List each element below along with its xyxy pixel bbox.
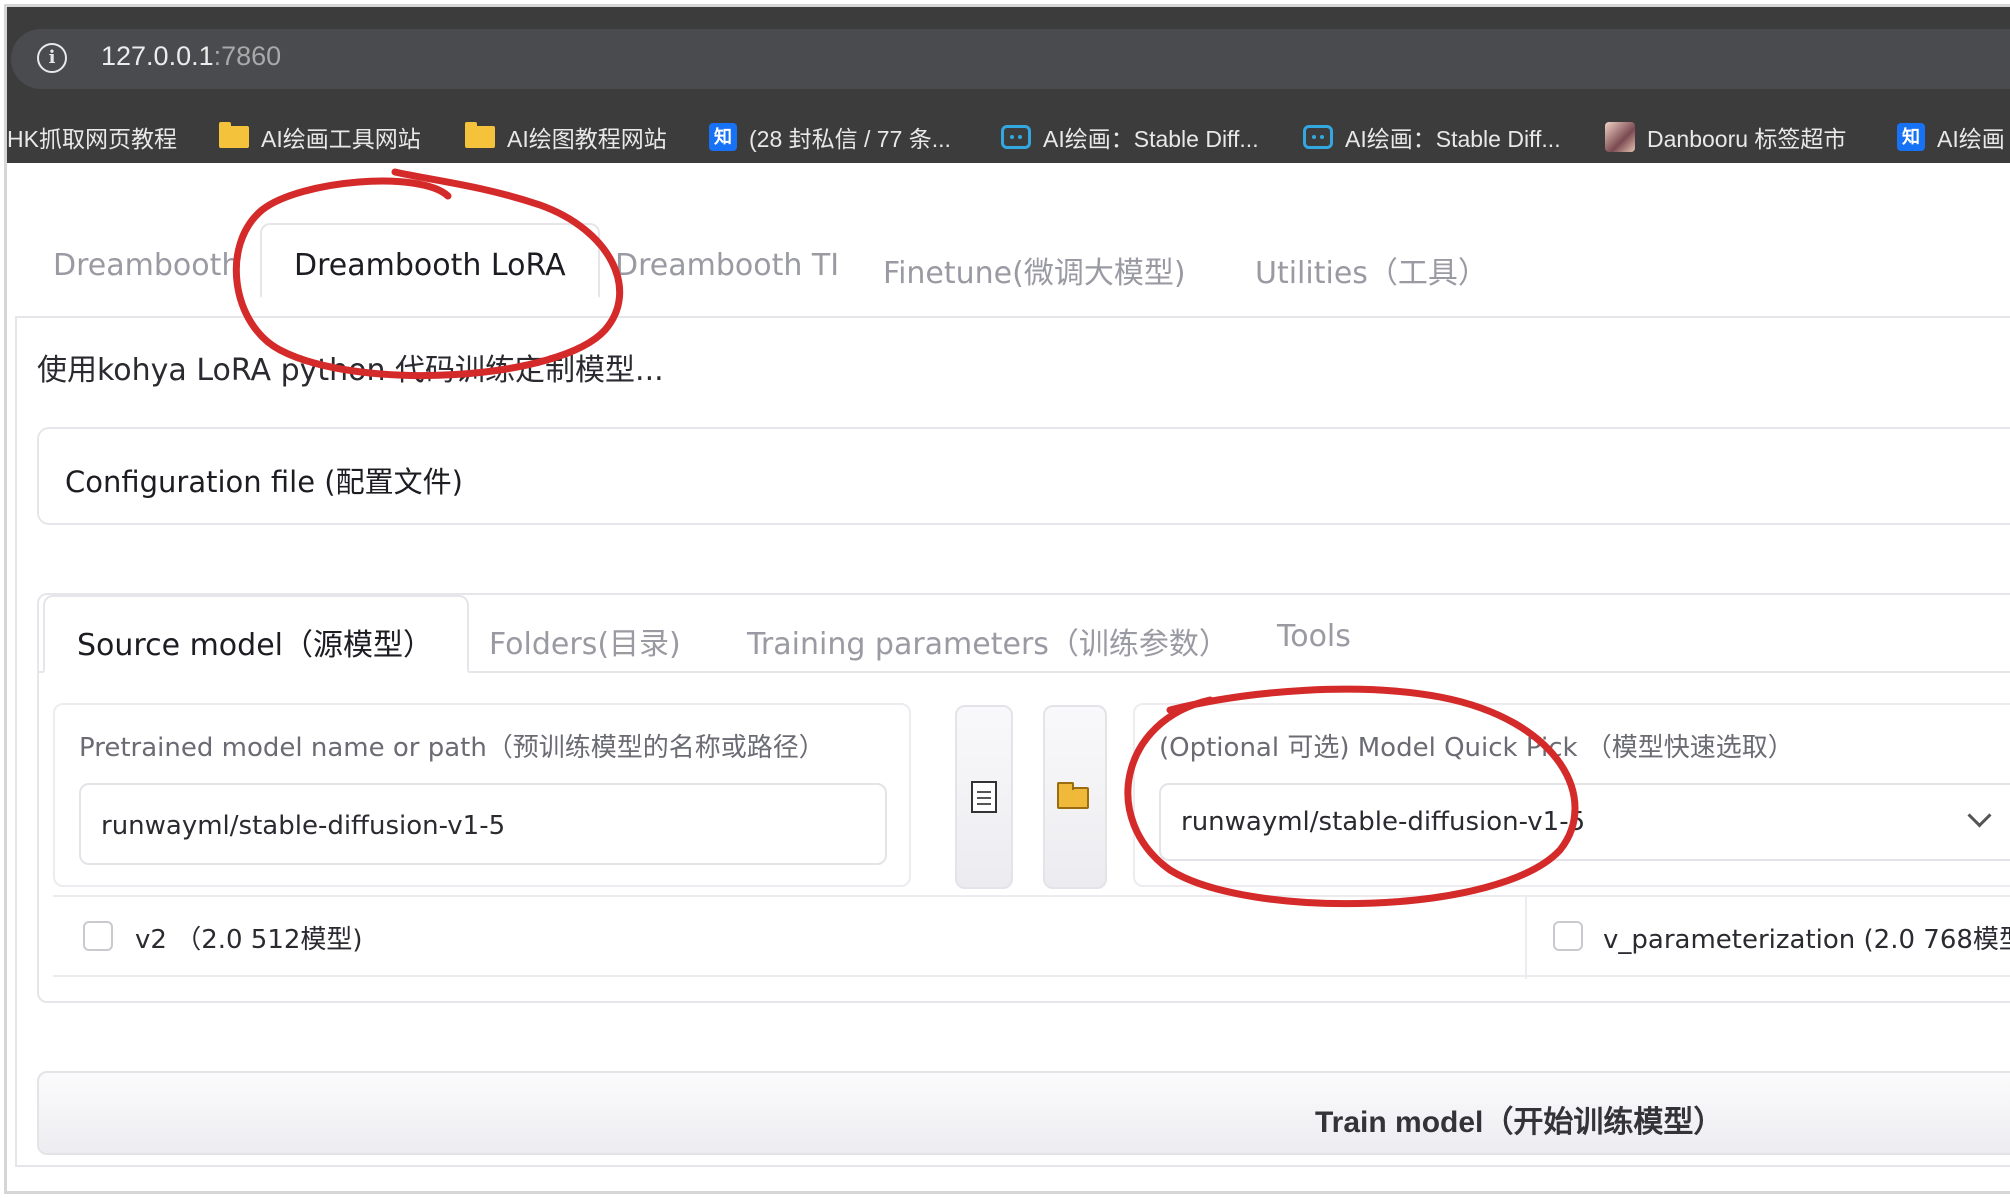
bookmark-ai-tools[interactable]: AI绘画工具网站 <box>219 111 421 163</box>
bookmark-danbooru[interactable]: Danbooru 标签超市 <box>1605 111 1846 163</box>
bookmarks-bar: HK抓取网页教程 AI绘画工具网站 AI绘图教程网站 知 (28 封私信 / 7… <box>7 111 2010 163</box>
bookmark-ai-tutorials[interactable]: AI绘图教程网站 <box>465 111 667 163</box>
pretrained-model-label: Pretrained model name or path（预训练模型的名称或路… <box>79 733 825 763</box>
bookmark-label: AI绘画 <box>1937 126 2005 152</box>
bookmark-label: Danbooru 标签超市 <box>1647 126 1847 152</box>
model-version-options: v2 （2.0 512模型) v_parameterization (2.0 7… <box>53 895 2010 979</box>
bookmark-bilibili-sd-2[interactable]: AI绘画：Stable Diff... <box>1303 111 1561 163</box>
model-quick-pick-label: (Optional 可选) Model Quick Pick （模型快速选取） <box>1159 733 1794 763</box>
config-accordion-label: Configuration file (配置文件) <box>65 465 463 499</box>
tab-training-parameters[interactable]: Training parameters（训练参数） <box>747 619 1229 663</box>
document-icon <box>971 781 997 813</box>
zhihu-icon: 知 <box>1897 123 1925 151</box>
v2-checkbox-label[interactable]: v2 （2.0 512模型) <box>135 919 363 956</box>
folder-icon <box>465 122 495 148</box>
v-parameterization-label[interactable]: v_parameterization (2.0 768模型) <box>1603 919 2010 956</box>
bookmark-zhihu-ai[interactable]: 知 AI绘画 <box>1897 111 2005 163</box>
model-quick-pick-value: runwayml/stable-diffusion-v1-5 <box>1181 807 1586 837</box>
select-file-button[interactable] <box>955 705 1013 889</box>
select-folder-button[interactable] <box>1043 705 1107 889</box>
bilibili-icon <box>1303 125 1333 149</box>
bookmark-label: HK抓取网页教程 <box>7 126 177 152</box>
bookmark-zhihu-messages[interactable]: 知 (28 封私信 / 77 条... <box>709 111 951 163</box>
url-port: :7860 <box>213 41 282 71</box>
bookmark-label: (28 封私信 / 77 条... <box>749 126 951 152</box>
bookmark-bilibili-sd-1[interactable]: AI绘画：Stable Diff... <box>1001 111 1259 163</box>
tab-finetune[interactable]: Finetune(微调大模型) <box>883 248 1186 292</box>
url-text[interactable]: 127.0.0.1:7860 <box>101 41 281 72</box>
tab-source-model[interactable]: Source model（源模型） <box>43 595 469 673</box>
tab-tools[interactable]: Tools <box>1277 619 1351 654</box>
tab-dreambooth[interactable]: Dreambooth <box>53 248 240 283</box>
browser-toolbar: i 127.0.0.1:7860 <box>7 7 2010 111</box>
url-host: 127.0.0.1 <box>101 41 214 71</box>
panel-description: 使用kohya LoRA python 代码训练定制模型... <box>37 353 664 388</box>
folder-open-icon <box>1057 782 1089 809</box>
tab-dreambooth-lora[interactable]: Dreambooth LoRA <box>260 223 600 298</box>
zhihu-icon: 知 <box>709 123 737 151</box>
bookmark-hk-tutorial[interactable]: HK抓取网页教程 <box>7 111 177 163</box>
avatar-icon <box>1605 122 1635 152</box>
tab-utilities[interactable]: Utilities（工具） <box>1255 248 1488 292</box>
tab-folders[interactable]: Folders(目录) <box>489 619 681 663</box>
v2-checkbox[interactable] <box>83 921 113 951</box>
checkbox-divider <box>1525 897 1527 979</box>
inner-tabs: Source model（源模型） Folders(目录) Training p… <box>39 595 2010 673</box>
screenshot-frame: i 127.0.0.1:7860 HK抓取网页教程 AI绘画工具网站 AI绘图教… <box>4 4 2010 1194</box>
train-model-button[interactable]: Train model（开始训练模型） <box>37 1071 2010 1155</box>
pretrained-model-input[interactable]: runwayml/stable-diffusion-v1-5 <box>79 783 887 865</box>
bookmark-label: AI绘画：Stable Diff... <box>1043 126 1259 152</box>
chevron-down-icon <box>1967 803 1992 828</box>
v-parameterization-checkbox[interactable] <box>1553 921 1583 951</box>
bookmark-label: AI绘画工具网站 <box>261 126 421 152</box>
train-model-label: Train model（开始训练模型） <box>1315 1106 1724 1139</box>
folder-icon <box>219 122 249 148</box>
bilibili-icon <box>1001 125 1031 149</box>
page-content: Dreambooth Dreambooth LoRA Dreambooth TI… <box>7 163 2010 1191</box>
config-accordion[interactable]: Configuration file (配置文件) <box>37 427 2010 525</box>
model-quick-pick-block: (Optional 可选) Model Quick Pick （模型快速选取） … <box>1133 703 2010 887</box>
address-bar[interactable]: i 127.0.0.1:7860 <box>11 29 2010 89</box>
main-tabs: Dreambooth Dreambooth LoRA Dreambooth TI… <box>15 223 2010 298</box>
source-model-section: Source model（源模型） Folders(目录) Training p… <box>37 593 2010 1003</box>
bookmark-label: AI绘画：Stable Diff... <box>1345 126 1561 152</box>
model-quick-pick-select[interactable]: runwayml/stable-diffusion-v1-5 <box>1159 783 2010 861</box>
site-info-icon[interactable]: i <box>37 43 67 73</box>
bookmark-label: AI绘图教程网站 <box>507 126 667 152</box>
tab-dreambooth-ti[interactable]: Dreambooth TI <box>615 248 839 283</box>
pretrained-model-block: Pretrained model name or path（预训练模型的名称或路… <box>53 703 911 887</box>
